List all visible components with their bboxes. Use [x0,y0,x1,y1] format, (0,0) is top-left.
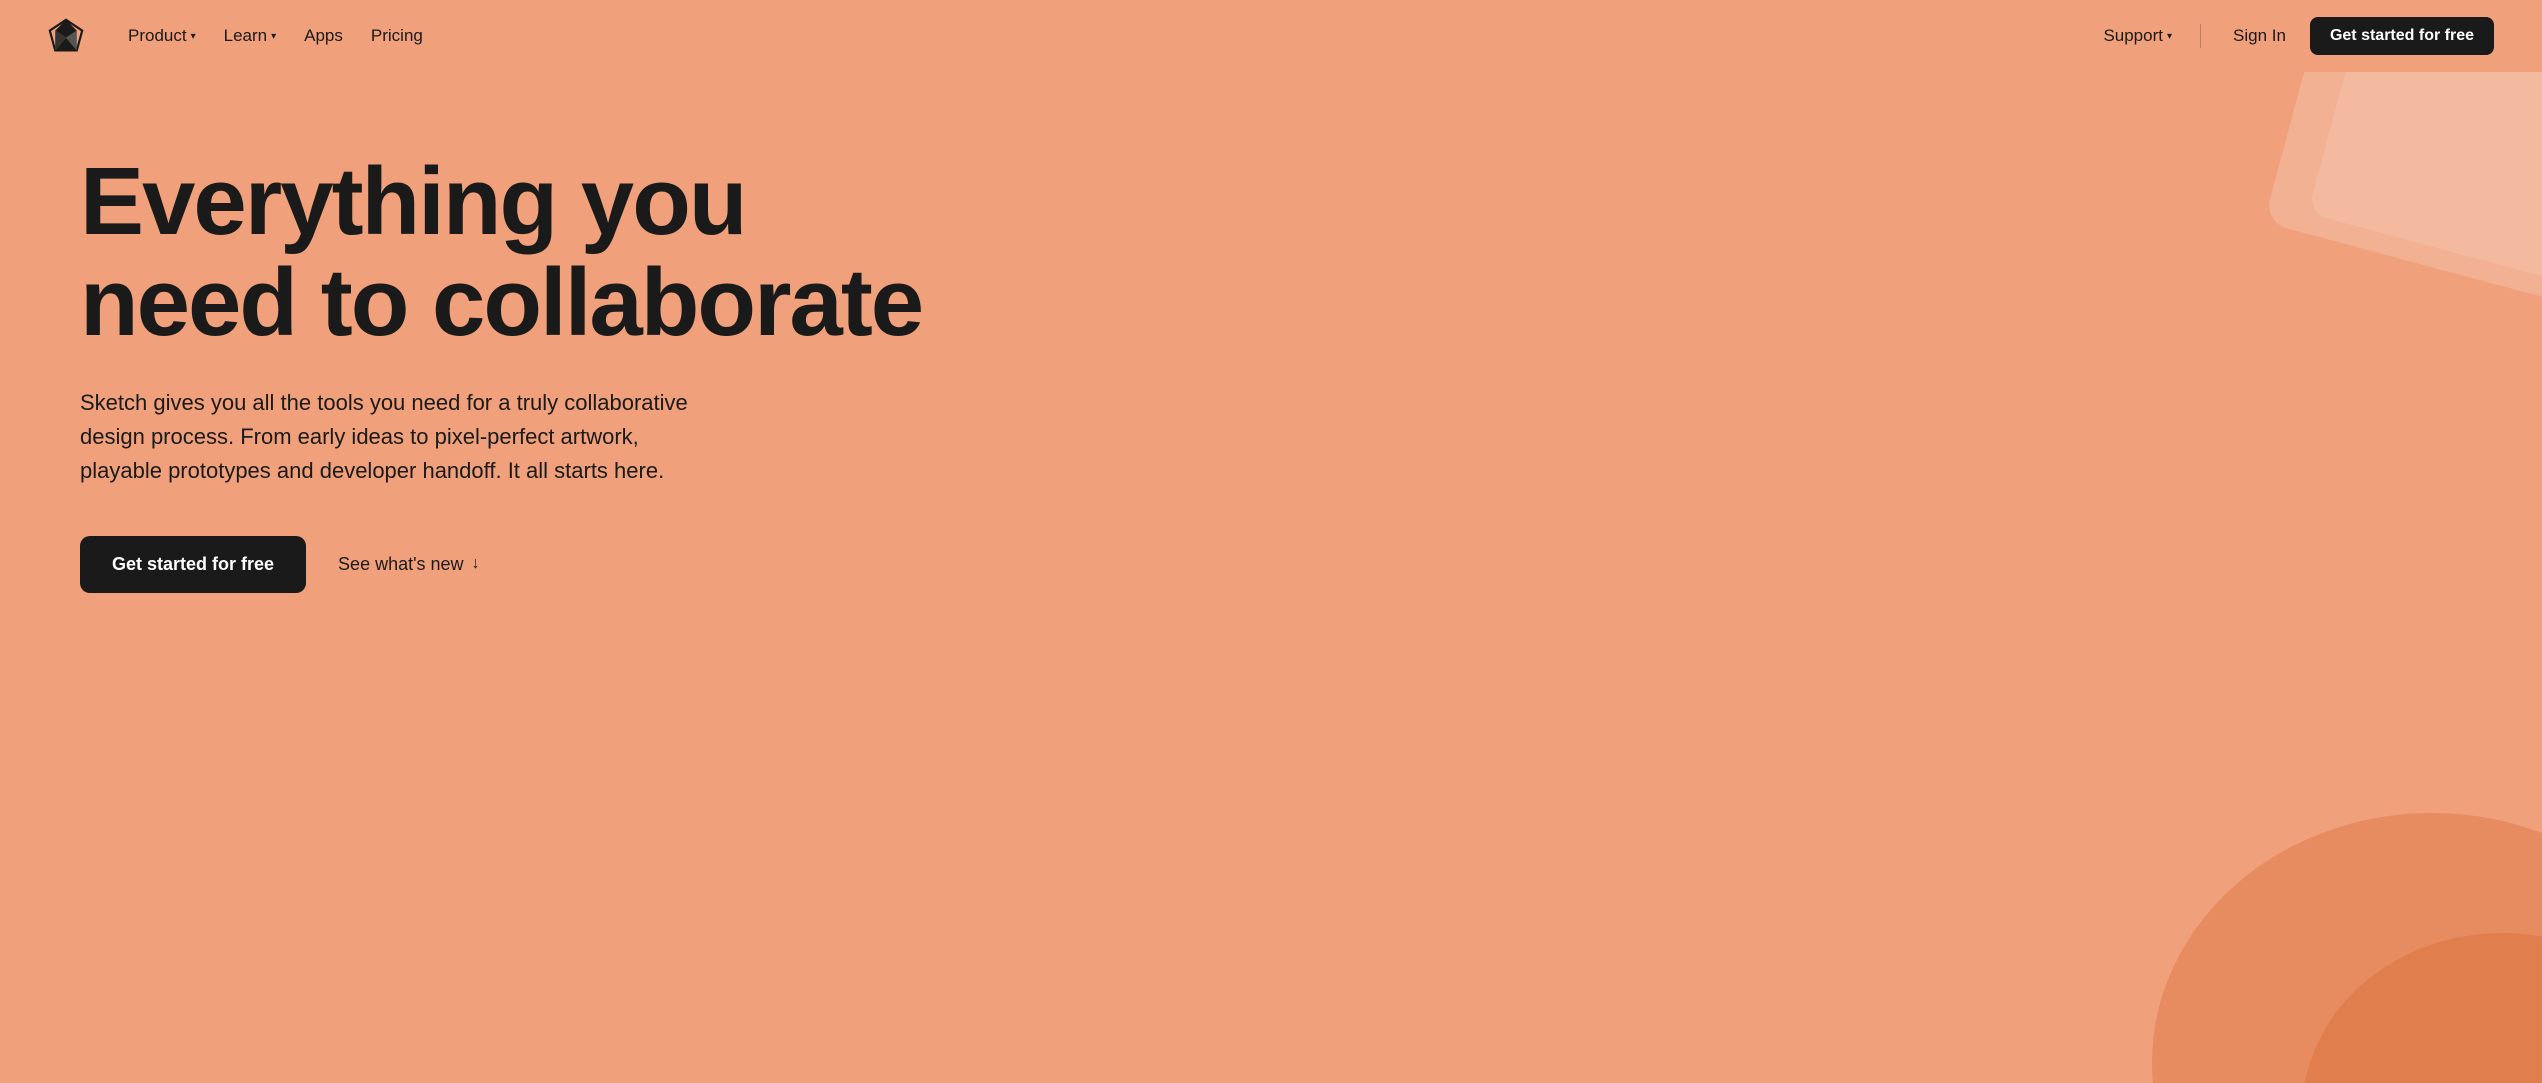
hero-decoration-top-right [2182,72,2542,432]
chevron-down-icon: ▾ [191,31,196,42]
nav-item-product[interactable]: Product ▾ [116,18,208,54]
nav-cta-button[interactable]: Get started for free [2310,17,2494,55]
see-whats-new-button[interactable]: See what's new ↓ [338,554,480,575]
chevron-down-icon: ▾ [2167,31,2172,42]
arrow-down-icon: ↓ [472,555,480,573]
nav-item-pricing[interactable]: Pricing [359,18,435,54]
hero-content: Everything you need to collaborate Sketc… [80,152,980,593]
hero-section: Everything you need to collaborate Sketc… [0,72,2542,1083]
chevron-down-icon: ▾ [271,31,276,42]
hero-cta-button[interactable]: Get started for free [80,536,306,593]
nav-item-support[interactable]: Support ▾ [2091,18,2184,54]
navbar: Product ▾ Learn ▾ Apps Pricing Support ▾… [0,0,2542,72]
hero-decoration-bottom-right [2082,763,2542,1083]
signin-button[interactable]: Sign In [2217,18,2302,54]
nav-right: Support ▾ Sign In Get started for free [2091,17,2494,55]
hero-actions: Get started for free See what's new ↓ [80,536,980,593]
nav-item-apps[interactable]: Apps [292,18,355,54]
nav-links: Product ▾ Learn ▾ Apps Pricing [116,18,2091,54]
logo[interactable] [48,18,84,54]
nav-divider [2200,24,2201,48]
hero-headline: Everything you need to collaborate [80,152,980,354]
nav-item-learn[interactable]: Learn ▾ [212,18,289,54]
hero-subtext: Sketch gives you all the tools you need … [80,386,720,488]
